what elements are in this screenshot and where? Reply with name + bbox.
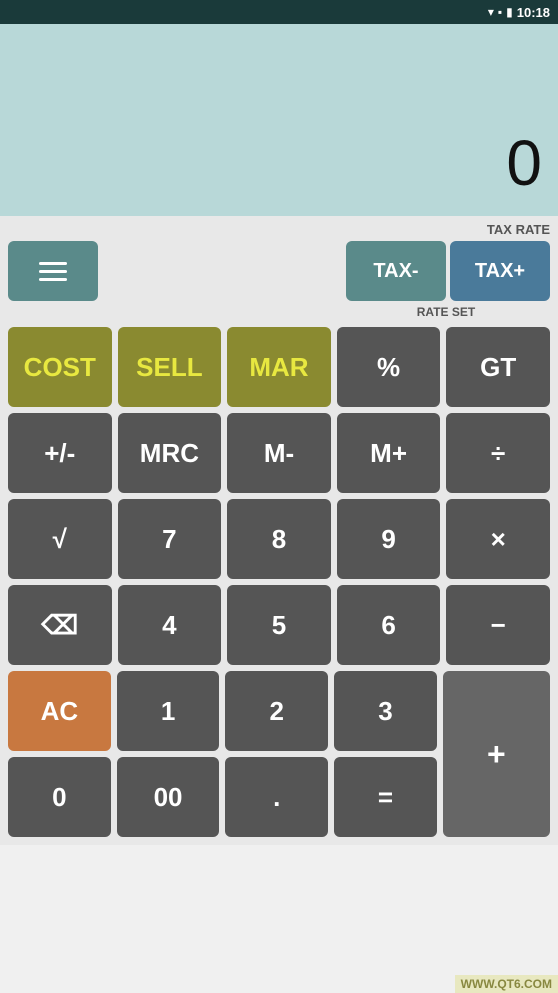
minus-button[interactable]: − bbox=[446, 585, 550, 665]
plus-button[interactable]: + bbox=[443, 671, 550, 837]
row-789: √ 7 8 9 × bbox=[8, 499, 550, 579]
last-rows: AC 1 2 3 0 00 . = + bbox=[8, 671, 550, 837]
mrc-button[interactable]: MRC bbox=[118, 413, 222, 493]
tax-minus-button[interactable]: TAX- bbox=[346, 241, 446, 301]
divide-button[interactable]: ÷ bbox=[446, 413, 550, 493]
battery-icon: ▮ bbox=[506, 5, 513, 19]
sell-button[interactable]: SELL bbox=[118, 327, 222, 407]
zero-button[interactable]: 0 bbox=[8, 757, 111, 837]
status-time: 10:18 bbox=[517, 5, 550, 20]
calculator-body: TAX RATE TAX- TAX+ RATE SET COST SELL bbox=[0, 216, 558, 845]
menu-button[interactable] bbox=[8, 241, 98, 301]
m-plus-button[interactable]: M+ bbox=[337, 413, 441, 493]
multiply-button[interactable]: × bbox=[446, 499, 550, 579]
wifi-icon: ▾ bbox=[488, 5, 494, 19]
five-button[interactable]: 5 bbox=[227, 585, 331, 665]
rate-set-label: RATE SET bbox=[342, 305, 550, 319]
hamburger-icon bbox=[39, 262, 67, 281]
double-zero-button[interactable]: 00 bbox=[117, 757, 220, 837]
display-value: 0 bbox=[506, 126, 542, 200]
row-123: AC 1 2 3 bbox=[8, 671, 437, 751]
row-456: ⌫ 4 5 6 − bbox=[8, 585, 550, 665]
sqrt-button[interactable]: √ bbox=[8, 499, 112, 579]
four-button[interactable]: 4 bbox=[118, 585, 222, 665]
tax-rate-label: TAX RATE bbox=[487, 222, 550, 237]
dot-button[interactable]: . bbox=[225, 757, 328, 837]
plus-minus-button[interactable]: +/- bbox=[8, 413, 112, 493]
signal-icon: ▪ bbox=[498, 5, 502, 19]
nine-button[interactable]: 9 bbox=[337, 499, 441, 579]
row-memory: +/- MRC M- M+ ÷ bbox=[8, 413, 550, 493]
backspace-button[interactable]: ⌫ bbox=[8, 585, 112, 665]
display-area: 0 bbox=[0, 24, 558, 216]
menu-tax-row: TAX- TAX+ bbox=[0, 237, 558, 303]
mar-button[interactable]: MAR bbox=[227, 327, 331, 407]
eight-button[interactable]: 8 bbox=[227, 499, 331, 579]
two-button[interactable]: 2 bbox=[225, 671, 328, 751]
tax-plus-button[interactable]: TAX+ bbox=[450, 241, 550, 301]
row-cost: COST SELL MAR % GT bbox=[8, 327, 550, 407]
m-minus-button[interactable]: M- bbox=[227, 413, 331, 493]
one-button[interactable]: 1 bbox=[117, 671, 220, 751]
status-bar: ▾ ▪ ▮ 10:18 bbox=[0, 0, 558, 24]
six-button[interactable]: 6 bbox=[337, 585, 441, 665]
status-icons: ▾ ▪ ▮ 10:18 bbox=[488, 5, 550, 20]
gt-button[interactable]: GT bbox=[446, 327, 550, 407]
watermark: WWW.QT6.COM bbox=[455, 975, 558, 993]
ac-button[interactable]: AC bbox=[8, 671, 111, 751]
rate-set-row: RATE SET bbox=[0, 303, 558, 323]
cost-button[interactable]: COST bbox=[8, 327, 112, 407]
percent-button[interactable]: % bbox=[337, 327, 441, 407]
tax-btn-group: TAX- TAX+ bbox=[346, 241, 550, 301]
equals-button[interactable]: = bbox=[334, 757, 437, 837]
seven-button[interactable]: 7 bbox=[118, 499, 222, 579]
tax-rate-row: TAX RATE bbox=[0, 216, 558, 237]
three-button[interactable]: 3 bbox=[334, 671, 437, 751]
button-grid: COST SELL MAR % GT +/- MRC M- M+ ÷ √ 7 8… bbox=[0, 323, 558, 845]
row-0: 0 00 . = bbox=[8, 757, 437, 837]
last-rows-left: AC 1 2 3 0 00 . = bbox=[8, 671, 437, 837]
